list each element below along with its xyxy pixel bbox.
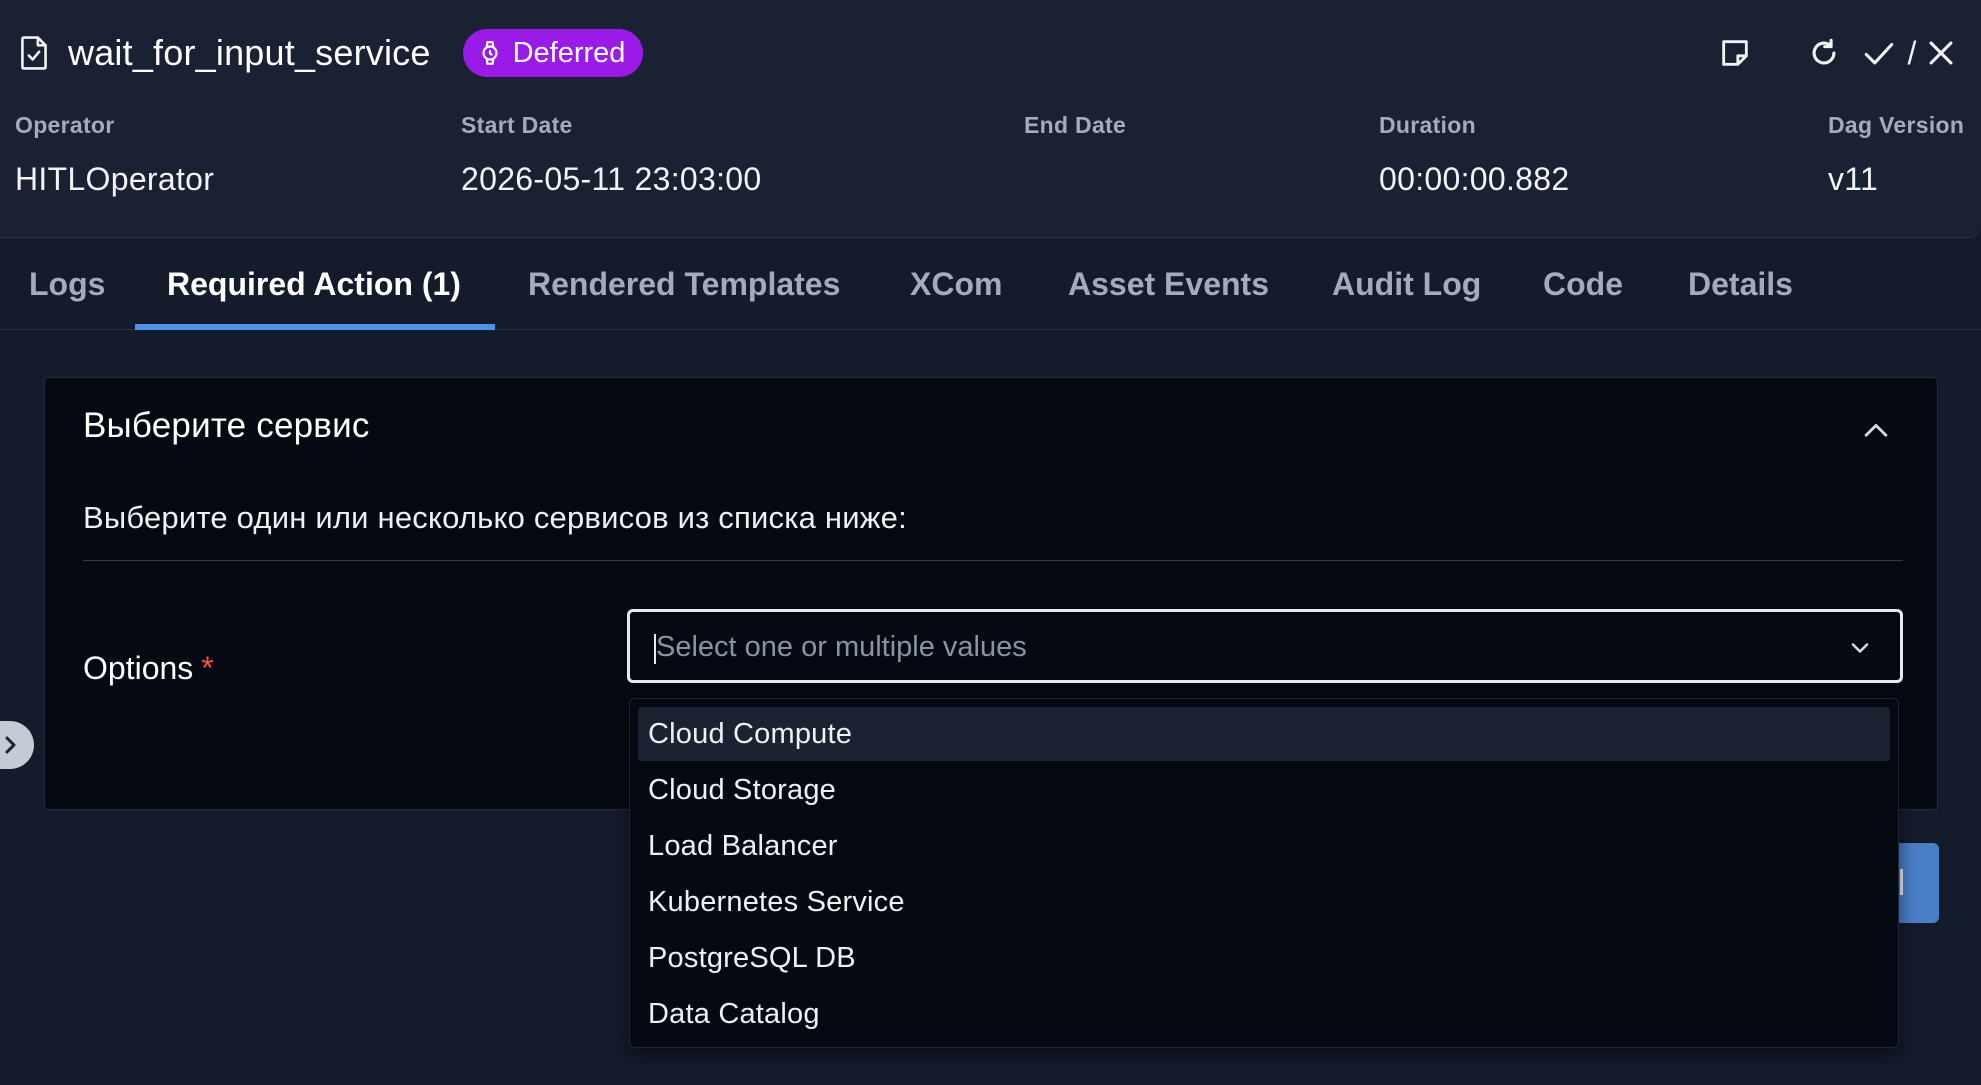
- tab-xcom[interactable]: XCom: [910, 238, 1002, 330]
- submit-button-fragment: [1900, 869, 1903, 895]
- mark-success-button[interactable]: [1858, 28, 1900, 78]
- mark-failed-button[interactable]: [1921, 28, 1961, 78]
- card-divider: [83, 560, 1903, 561]
- tab-code[interactable]: Code: [1543, 238, 1623, 330]
- action-separator: /: [1907, 34, 1917, 71]
- collapse-chevron-up-icon[interactable]: [1859, 414, 1893, 448]
- meta-dag-version: Dag Version v11: [1828, 112, 1964, 198]
- refresh-button[interactable]: [1799, 28, 1849, 78]
- status-badge-label: Deferred: [512, 36, 626, 69]
- dropdown-option[interactable]: Load Balancer: [638, 819, 1890, 873]
- meta-value: HITLOperator: [15, 161, 215, 197]
- watch-icon: [482, 41, 498, 65]
- tab-asset-events[interactable]: Asset Events: [1068, 238, 1269, 330]
- meta-label: Duration: [1379, 112, 1476, 138]
- options-search-input[interactable]: [656, 624, 1816, 670]
- meta-duration: Duration 00:00:00.882: [1379, 112, 1569, 198]
- dropdown-option[interactable]: Cloud Storage: [638, 763, 1890, 817]
- tab-bar: Logs Required Action (1) Rendered Templa…: [0, 238, 1981, 330]
- options-label-text: Options: [83, 650, 194, 686]
- options-dropdown: Cloud Compute Cloud Storage Load Balance…: [629, 698, 1899, 1048]
- chevron-right-icon: [5, 736, 16, 754]
- task-instance-view: wait_for_input_service Deferred / Operat…: [0, 0, 1981, 1085]
- meta-value: 00:00:00.882: [1379, 161, 1570, 197]
- dropdown-option[interactable]: Data Catalog: [638, 987, 1890, 1041]
- options-multiselect[interactable]: [627, 609, 1903, 683]
- check-icon: [1864, 42, 1894, 65]
- meta-start-date: Start Date 2026-05-11 23:03:00: [461, 112, 761, 198]
- chevron-down-icon[interactable]: [1846, 634, 1874, 662]
- tab-audit-log[interactable]: Audit Log: [1332, 238, 1481, 330]
- meta-end-date: End Date: [1024, 112, 1126, 161]
- tab-logs[interactable]: Logs: [29, 238, 105, 330]
- file-check-icon: [21, 36, 47, 70]
- meta-operator: Operator HITLOperator: [15, 112, 214, 198]
- task-title-row: wait_for_input_service Deferred: [18, 28, 644, 78]
- dropdown-option[interactable]: Cloud Compute: [638, 707, 1890, 761]
- note-icon: [1722, 40, 1748, 66]
- tab-details[interactable]: Details: [1688, 238, 1793, 330]
- refresh-icon: [1812, 38, 1836, 65]
- meta-label: Dag Version: [1828, 112, 1965, 138]
- card-description: Выберите один или несколько сервисов из …: [83, 500, 907, 535]
- dropdown-option[interactable]: PostgreSQL DB: [638, 931, 1890, 985]
- status-badge: Deferred: [462, 29, 644, 77]
- options-label: Options *: [83, 650, 214, 687]
- meta-value: v11: [1828, 161, 1879, 197]
- meta-label: Operator: [15, 112, 115, 138]
- dropdown-option[interactable]: Kubernetes Service: [638, 875, 1890, 929]
- close-icon: [1929, 41, 1953, 65]
- active-tab-indicator: [135, 324, 495, 330]
- card-title: Выберите сервис: [83, 406, 370, 445]
- task-header: wait_for_input_service Deferred / Operat…: [0, 0, 1981, 238]
- meta-value: 2026-05-11 23:03:00: [461, 161, 762, 197]
- required-mark: *: [201, 650, 214, 686]
- sidebar-expand-button[interactable]: [0, 721, 34, 769]
- add-note-button[interactable]: [1710, 28, 1760, 78]
- tab-rendered-templates[interactable]: Rendered Templates: [528, 238, 840, 330]
- tab-required-action[interactable]: Required Action (1): [167, 238, 461, 330]
- meta-label: Start Date: [461, 112, 573, 138]
- task-title: wait_for_input_service: [68, 32, 431, 73]
- meta-label: End Date: [1024, 112, 1127, 138]
